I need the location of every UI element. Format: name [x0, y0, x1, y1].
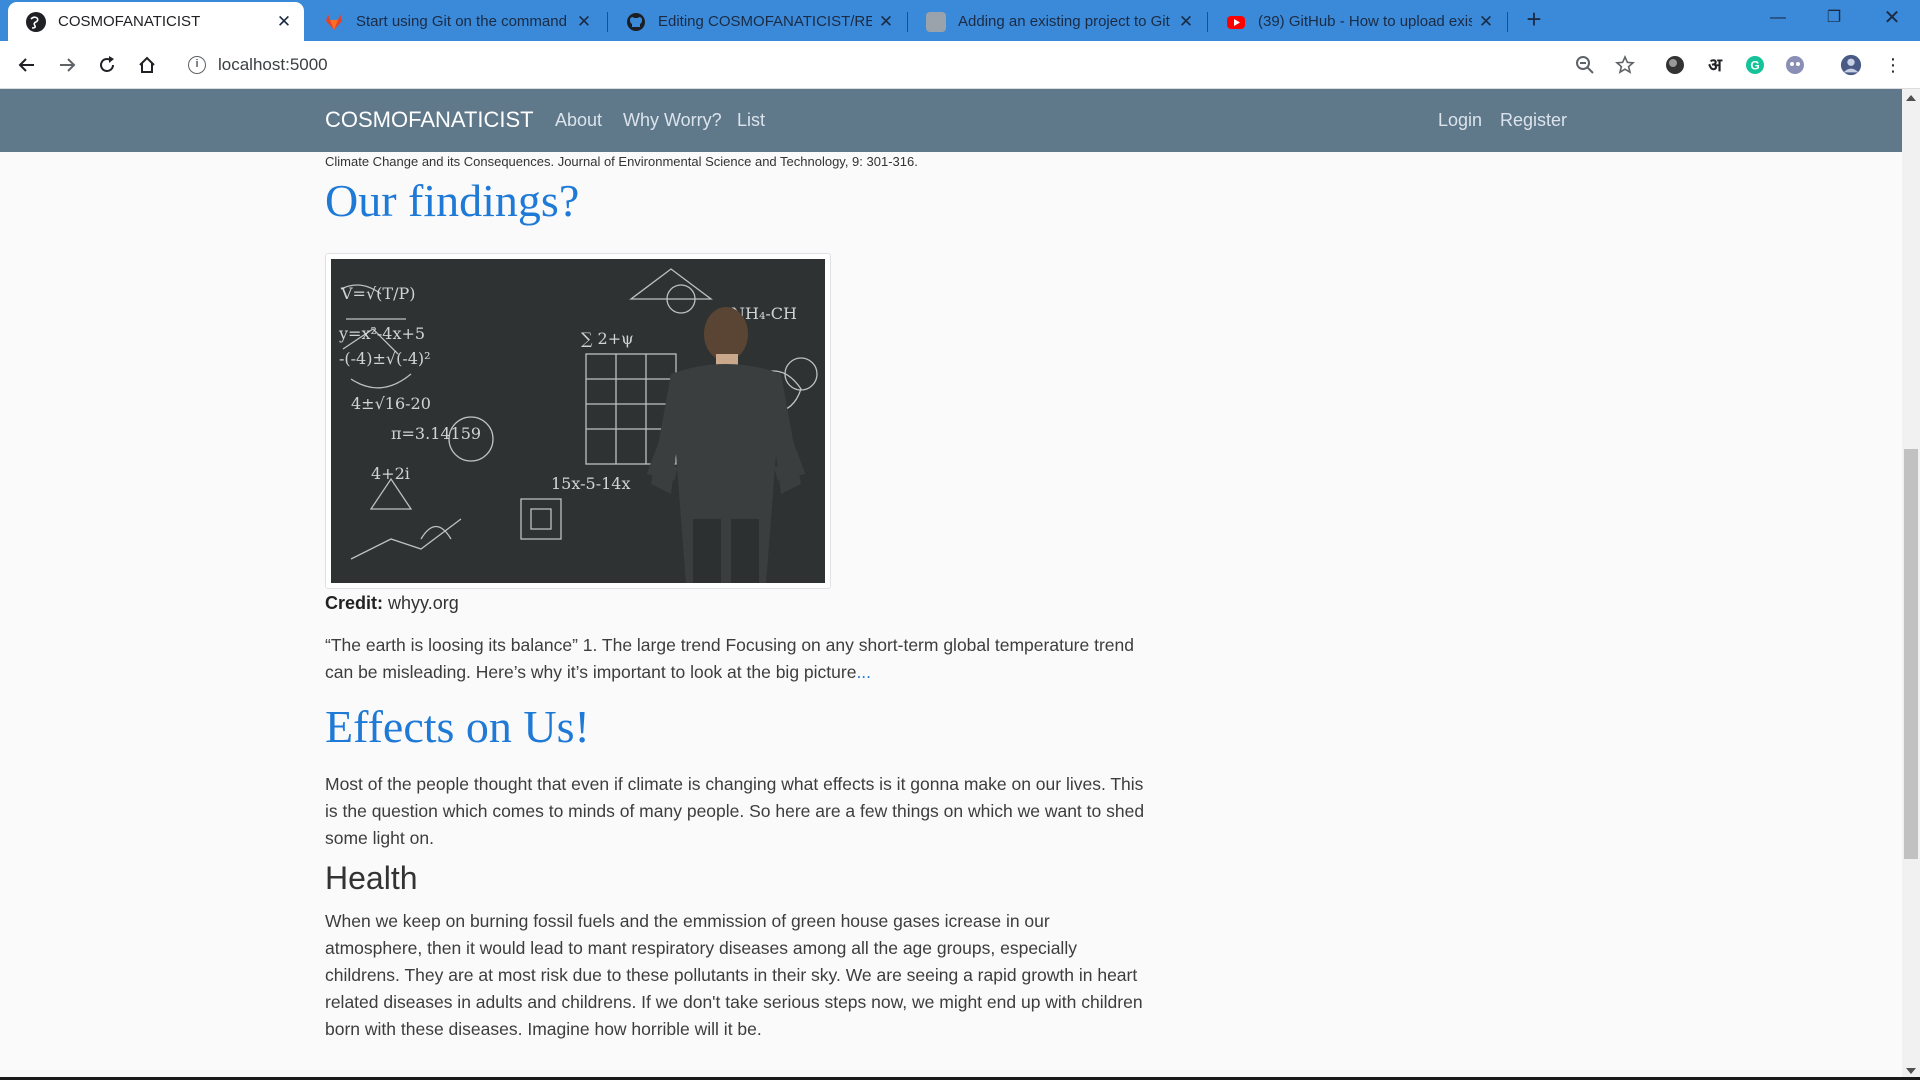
findings-heading: Our findings?	[325, 175, 580, 226]
read-more-link[interactable]: ...	[856, 662, 871, 682]
tab-separator	[1507, 12, 1508, 32]
extension-face-icon[interactable]	[1784, 54, 1806, 76]
arrow-right-icon	[60, 58, 76, 72]
close-icon[interactable]: ✕	[1176, 12, 1196, 32]
nav-link-list[interactable]: List	[737, 110, 765, 131]
nav-link-about[interactable]: About	[555, 110, 602, 131]
browser-toolbar: i localhost:5000 अ G ⋮	[0, 41, 1920, 89]
profile-avatar-icon[interactable]	[1840, 54, 1862, 76]
forward-button[interactable]	[53, 51, 81, 79]
effects-paragraph: Most of the people thought that even if …	[325, 774, 1145, 848]
extension-globe-icon[interactable]	[1664, 54, 1686, 76]
translate-extension-icon[interactable]: अ	[1704, 54, 1726, 76]
gitlab-icon	[324, 12, 344, 32]
home-button[interactable]	[133, 51, 161, 79]
svg-text:y=x²-4x+5: y=x²-4x+5	[338, 324, 425, 343]
reload-icon	[100, 56, 114, 72]
nav-link-login[interactable]: Login	[1438, 110, 1482, 131]
page-scrollbar[interactable]	[1902, 89, 1920, 1080]
tab-title: Adding an existing project to Git	[958, 13, 1170, 30]
health-heading: Health	[325, 860, 418, 896]
svg-text:4+2i: 4+2i	[371, 464, 410, 483]
home-icon	[139, 56, 155, 73]
window-close-icon[interactable]: ✕	[1864, 0, 1920, 36]
scroll-down-arrow-icon[interactable]	[1906, 1068, 1916, 1074]
svg-text:-(-4)±√(-4)²: -(-4)±√(-4)²	[339, 349, 431, 368]
tab-gitlab[interactable]: Start using Git on the command ✕	[306, 2, 604, 41]
minimize-icon[interactable]: —	[1750, 0, 1806, 36]
github-icon	[626, 12, 646, 32]
more-menu-icon[interactable]: ⋮	[1882, 54, 1904, 76]
tab-youtube[interactable]: (39) GitHub - How to upload exis ✕	[1208, 2, 1506, 41]
svg-text:G: G	[1750, 59, 1759, 73]
close-icon[interactable]: ✕	[574, 12, 594, 32]
svg-text:∑ 2+ψ: ∑ 2+ψ	[581, 329, 634, 348]
svg-text:15x-5-14x: 15x-5-14x	[551, 474, 630, 493]
effects-heading: Effects on Us!	[325, 600, 590, 752]
info-icon[interactable]: i	[188, 56, 206, 74]
zoom-icon[interactable]	[1574, 54, 1596, 76]
svg-text:π=3.14159: π=3.14159	[391, 424, 481, 443]
svg-text:4±√16-20: 4±√16-20	[351, 394, 431, 413]
globe-icon	[26, 11, 46, 32]
browser-tabstrip: COSMOFANATICIST ✕ Start using Git on the…	[0, 0, 1920, 41]
tab-adding-project[interactable]: Adding an existing project to Git ✕	[908, 2, 1206, 41]
blog-icon	[926, 11, 946, 32]
close-icon[interactable]: ✕	[1476, 12, 1496, 32]
url-text[interactable]: localhost:5000	[218, 55, 328, 75]
tab-title: COSMOFANATICIST	[58, 13, 201, 30]
health-paragraph: When we keep on burning fossil fuels and…	[325, 911, 1143, 1039]
address-bar[interactable]: i localhost:5000	[172, 47, 1592, 83]
tab-title: Start using Git on the command	[356, 13, 567, 30]
effects-heading-text: Effects on Us!	[325, 701, 590, 752]
chalkboard-image: V=√(T/P) y=x²-4x+5 -(-4)±√(-4)² 4±√16-20…	[331, 259, 825, 583]
scroll-up-arrow-icon[interactable]	[1906, 95, 1916, 101]
nav-link-why-worry[interactable]: Why Worry?	[623, 110, 722, 131]
citation-text: Climate Change and its Consequences. Jou…	[325, 154, 918, 169]
svg-text:V=√(T/P): V=√(T/P)	[340, 284, 415, 303]
reload-button[interactable]	[93, 51, 121, 79]
page-viewport: Climate Change and its Consequences. Jou…	[0, 89, 1902, 1080]
grammarly-icon[interactable]: G	[1744, 54, 1766, 76]
bookmark-star-icon[interactable]	[1614, 54, 1636, 76]
close-icon[interactable]: ✕	[274, 12, 294, 32]
site-navbar: COSMOFANATICIST About Why Worry? List Lo…	[0, 89, 1902, 152]
arrow-left-icon	[18, 58, 34, 72]
nav-link-register[interactable]: Register	[1500, 110, 1567, 131]
new-tab-button[interactable]: +	[1520, 6, 1548, 34]
findings-figure: V=√(T/P) y=x²-4x+5 -(-4)±√(-4)² 4±√16-20…	[325, 253, 831, 589]
restore-icon[interactable]: ❐	[1806, 0, 1862, 36]
scrollbar-thumb[interactable]	[1904, 449, 1918, 859]
tab-cosmofanaticist[interactable]: COSMOFANATICIST ✕	[8, 2, 304, 41]
tab-title: Editing COSMOFANATICIST/READ	[658, 13, 872, 30]
brand-link[interactable]: COSMOFANATICIST	[325, 107, 534, 133]
back-button[interactable]	[13, 51, 41, 79]
youtube-icon	[1226, 12, 1246, 32]
close-icon[interactable]: ✕	[876, 12, 896, 32]
tab-github[interactable]: Editing COSMOFANATICIST/READ ✕	[608, 2, 906, 41]
tab-title: (39) GitHub - How to upload exis	[1258, 13, 1472, 30]
